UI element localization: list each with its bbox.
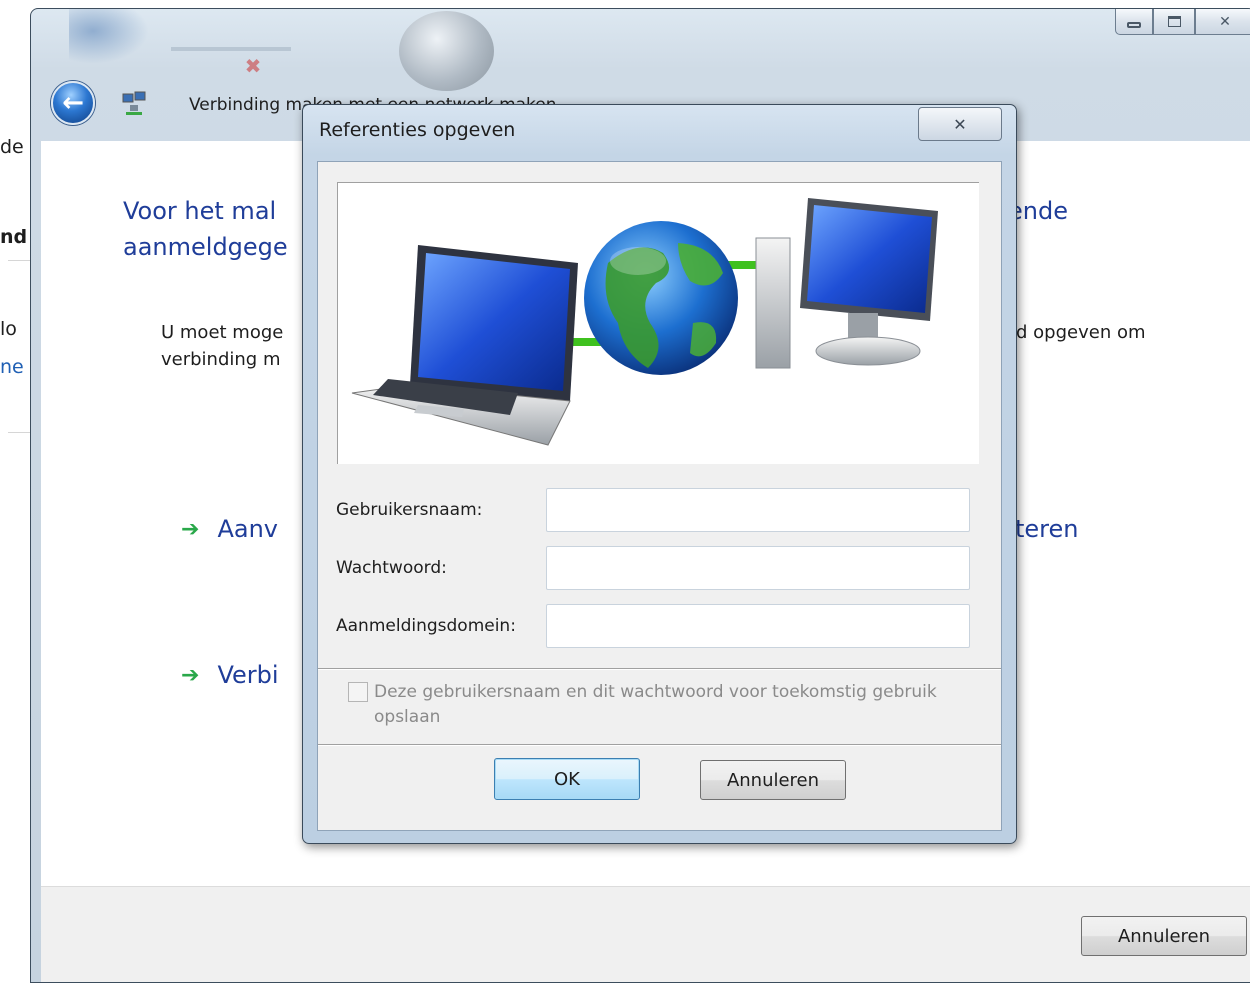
save-credentials-checkbox[interactable] [348,682,368,702]
minimize-icon [1127,21,1141,28]
close-icon: ✕ [1219,13,1231,30]
save-credentials-label: Deze gebruikersnaam en dit wachtwoord vo… [374,682,937,727]
separator [318,668,1001,670]
green-arrow-icon: ➔ [181,662,200,688]
background-fragment: lo [0,318,17,340]
option-link-1[interactable]: ➔ Aanv teren [181,515,1079,543]
wizard-footer: Annuleren [41,886,1250,982]
username-field[interactable] [546,488,970,532]
window-controls: ✕ [1115,9,1250,37]
background-fragment: ne [0,356,24,378]
desktop-computer-icon [755,198,938,369]
dialog-body: Gebruikersnaam: Wachtwoord: Aanmeldingsd… [317,161,1002,831]
maximize-icon [1167,16,1181,27]
network-connection-icon [122,91,146,115]
back-arrow-icon: ← [62,88,84,118]
background-fragment: nd [0,226,28,248]
globe-icon [584,221,738,375]
close-window-button[interactable]: ✕ [1195,9,1250,35]
title-decoration: ✖ [244,54,262,78]
title-decoration [171,47,291,51]
domain-field[interactable] [546,604,970,648]
background-fragment: de [0,136,24,158]
option-link-1-label: Aanv [217,515,278,543]
green-arrow-icon: ➔ [181,516,200,542]
title-decoration [399,11,494,91]
username-label: Gebruikersnaam: [336,500,483,520]
password-label: Wachtwoord: [336,558,447,578]
network-illustration [351,198,938,446]
maximize-button[interactable] [1153,9,1195,35]
dialog-close-button[interactable]: ✕ [918,107,1002,141]
ok-button[interactable]: OK [494,758,640,800]
minimize-button[interactable] [1115,9,1153,35]
option-link-2-label: Verbi [217,661,279,689]
cancel-button[interactable]: Annuleren [700,760,846,800]
description-right-fragment: d opgeven om [1016,322,1146,343]
credentials-dialog: Referenties opgeven ✕ Gebruikersnaam: Wa… [302,104,1017,844]
password-field[interactable] [546,546,970,590]
option-link-1-right-fragment: teren [1015,515,1079,543]
domain-label: Aanmeldingsdomein: [336,616,516,636]
back-button[interactable]: ← [51,81,95,125]
wizard-cancel-button[interactable]: Annuleren [1081,916,1247,956]
laptop-icon [351,245,578,446]
dialog-title: Referenties opgeven [319,119,516,141]
close-icon: ✕ [953,114,967,134]
option-link-2[interactable]: ➔ Verbi [181,661,279,689]
separator [318,744,1001,746]
save-credentials-option[interactable]: Deze gebruikersnaam en dit wachtwoord vo… [348,680,988,730]
title-decoration [69,9,149,64]
network-banner-image [337,182,979,464]
